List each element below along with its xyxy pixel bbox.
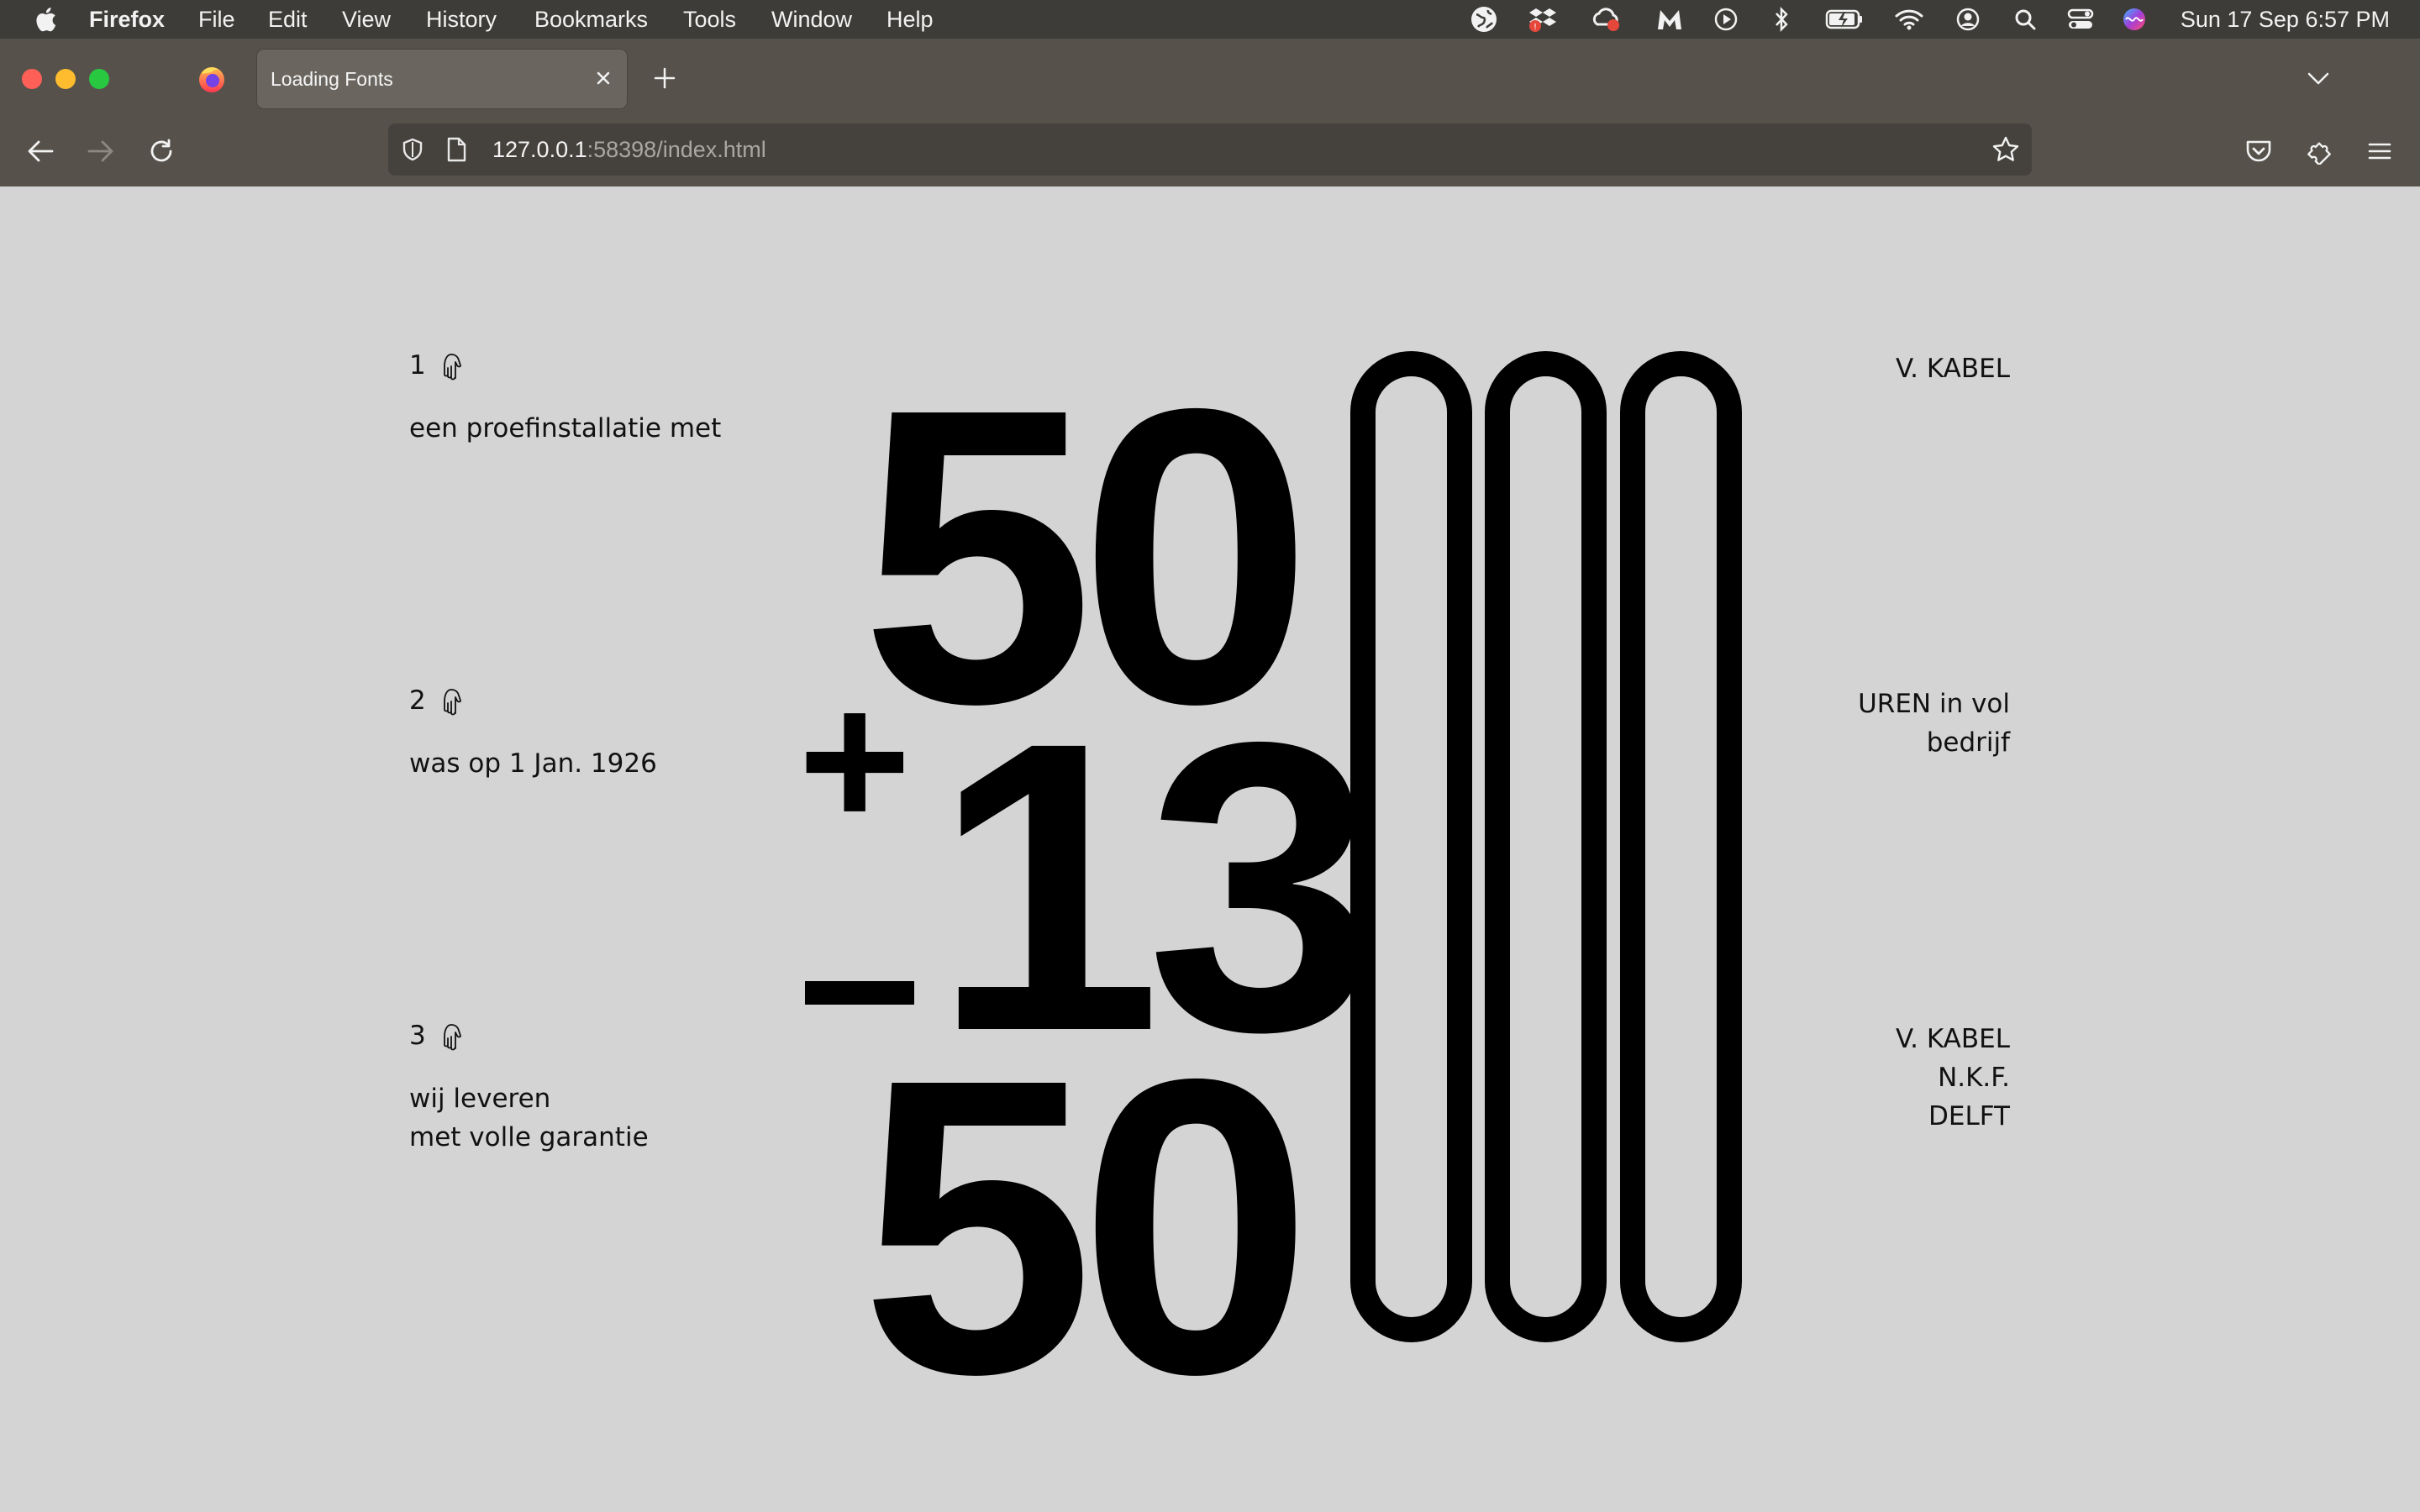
text-line: was op 1 Jan. 1926 bbox=[409, 748, 657, 779]
plus-sign: + bbox=[798, 652, 912, 868]
tab-active[interactable]: Loading Fonts bbox=[257, 50, 627, 108]
search-icon[interactable] bbox=[2010, 6, 2040, 33]
menu-file[interactable]: File bbox=[198, 7, 235, 33]
text-line: een proefinstallatie met bbox=[409, 413, 722, 444]
row-1-marker: 1 bbox=[409, 349, 461, 381]
row-number: 2 bbox=[409, 685, 426, 716]
text-line: UREN in vol bbox=[1858, 689, 2010, 719]
url-bar[interactable]: 127.0.0.1:58398/index.html bbox=[388, 123, 2032, 176]
row-number: 1 bbox=[409, 350, 426, 381]
row-3-left-text: wij leveren met volle garantie bbox=[409, 1079, 649, 1157]
url-text[interactable]: 127.0.0.1:58398/index.html bbox=[492, 137, 766, 163]
menu-edit[interactable]: Edit bbox=[268, 7, 308, 33]
menu-app-name[interactable]: Firefox bbox=[89, 7, 165, 33]
apple-icon[interactable] bbox=[32, 4, 57, 34]
big-number-top: 50 bbox=[860, 321, 1313, 790]
text-line: N.K.F. bbox=[1938, 1063, 2010, 1093]
svg-text:!: ! bbox=[1534, 23, 1537, 32]
text-line: DELFT bbox=[1928, 1101, 2010, 1131]
creative-cloud-icon[interactable] bbox=[1591, 6, 1621, 33]
web-page-content: 1 een proefinstallatie met V. KABEL 2 wa… bbox=[0, 186, 2420, 1512]
chevron-down-icon[interactable] bbox=[2306, 67, 2331, 89]
back-icon[interactable] bbox=[24, 134, 57, 168]
row-3-marker: 3 bbox=[409, 1020, 461, 1052]
play-icon[interactable] bbox=[1711, 6, 1741, 33]
menu-hamburger-icon[interactable] bbox=[2363, 134, 2396, 168]
window-minimize-button[interactable] bbox=[55, 69, 76, 89]
minus-sign bbox=[805, 981, 914, 1005]
text-line: wij leveren bbox=[409, 1084, 551, 1114]
menu-tools[interactable]: Tools bbox=[683, 7, 736, 33]
bluetooth-icon[interactable] bbox=[1766, 6, 1797, 33]
menu-bookmarks[interactable]: Bookmarks bbox=[534, 7, 648, 33]
text-line: met volle garantie bbox=[409, 1122, 649, 1152]
menu-window[interactable]: Window bbox=[771, 7, 852, 33]
dropbox-icon[interactable]: ! bbox=[1528, 6, 1558, 33]
text-line: V. KABEL bbox=[1895, 1024, 2010, 1054]
row-2-right-text: UREN in vol bedrijf bbox=[1858, 685, 2010, 762]
window-close-button[interactable] bbox=[22, 69, 42, 89]
big-number-middle: 13 bbox=[933, 656, 1376, 1116]
row-1-right-text: V. KABEL bbox=[1896, 349, 2010, 388]
malwarebytes-icon[interactable] bbox=[1655, 6, 1685, 33]
row-2-left-text: was op 1 Jan. 1926 bbox=[409, 744, 657, 783]
row-1-left-text: een proefinstallatie met bbox=[409, 409, 721, 448]
pointing-hand-icon bbox=[443, 1024, 461, 1051]
tall-zero-1 bbox=[1350, 351, 1472, 1342]
tall-zero-3 bbox=[1620, 351, 1742, 1342]
row-3-right-text: V. KABEL N.K.F. DELFT bbox=[1896, 1020, 2010, 1136]
row-number: 3 bbox=[409, 1021, 426, 1051]
menu-history[interactable]: History bbox=[426, 7, 497, 33]
row-2-marker: 2 bbox=[409, 685, 461, 717]
extensions-icon[interactable] bbox=[2302, 134, 2336, 168]
control-center-icon[interactable] bbox=[2065, 6, 2096, 33]
reload-icon[interactable] bbox=[145, 134, 178, 168]
url-path: :58398/index.html bbox=[587, 137, 766, 162]
menubar-clock[interactable]: Sun 17 Sep 6:57 PM bbox=[2181, 7, 2390, 33]
close-icon[interactable] bbox=[592, 66, 615, 90]
new-tab-icon[interactable] bbox=[652, 66, 677, 91]
battery-icon[interactable] bbox=[1825, 6, 1864, 33]
pointing-hand-icon bbox=[443, 689, 461, 716]
globe-icon[interactable] bbox=[1469, 6, 1499, 33]
menu-view[interactable]: View bbox=[342, 7, 391, 33]
tab-title: Loading Fonts bbox=[271, 68, 393, 90]
forward-icon[interactable] bbox=[84, 134, 118, 168]
menu-help[interactable]: Help bbox=[886, 7, 934, 33]
pocket-icon[interactable] bbox=[2242, 134, 2275, 168]
bookmark-star-icon[interactable] bbox=[1991, 135, 2020, 164]
page-icon[interactable] bbox=[445, 137, 467, 162]
firefox-view-icon[interactable] bbox=[197, 64, 227, 94]
url-host: 127.0.0.1 bbox=[492, 137, 587, 162]
text-line: bedrijf bbox=[1926, 727, 2010, 758]
big-number-bottom: 50 bbox=[860, 991, 1313, 1461]
shield-icon[interactable] bbox=[400, 137, 425, 162]
menu-bar: Firefox File Edit View History Bookmarks… bbox=[0, 0, 2420, 39]
window-zoom-button[interactable] bbox=[89, 69, 109, 89]
pointing-hand-icon bbox=[443, 354, 461, 381]
user-icon[interactable] bbox=[1953, 6, 1983, 33]
tall-zero-2 bbox=[1485, 351, 1607, 1342]
text-line: V. KABEL bbox=[1895, 354, 2010, 384]
siri-icon[interactable] bbox=[2119, 6, 2149, 33]
wifi-icon[interactable] bbox=[1894, 6, 1924, 33]
